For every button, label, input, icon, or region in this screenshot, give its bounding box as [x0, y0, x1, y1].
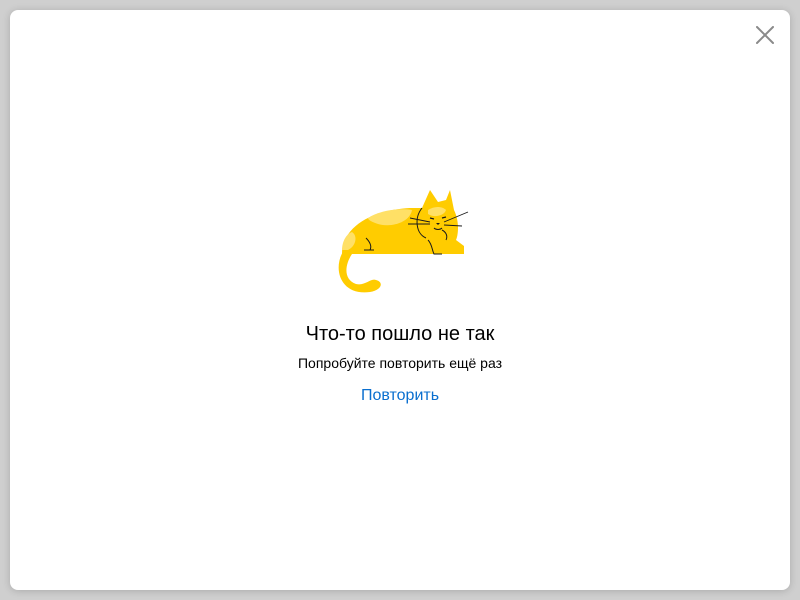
- cat-illustration: [338, 190, 469, 293]
- close-icon: [756, 26, 774, 44]
- retry-button[interactable]: Повторить: [361, 386, 439, 406]
- error-title: Что-то пошло не так: [305, 323, 495, 345]
- close-button[interactable]: [752, 22, 778, 48]
- error-dialog: Что-то пошло не так Попробуйте повторить…: [10, 10, 790, 590]
- error-subtitle: Попробуйте повторить ещё раз: [297, 355, 503, 371]
- error-content: Что-то пошло не так Попробуйте повторить…: [10, 188, 790, 406]
